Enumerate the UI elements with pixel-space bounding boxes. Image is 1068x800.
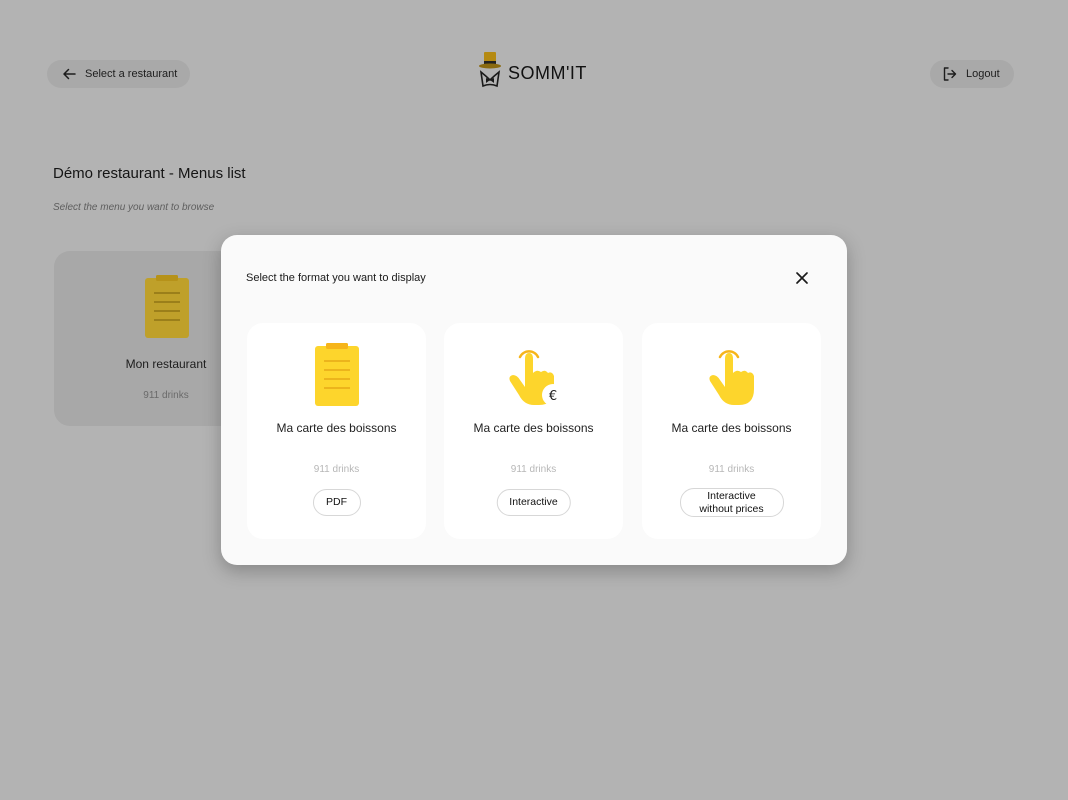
tap-hand-icon — [702, 343, 762, 409]
page-subtitle: Select the menu you want to browse — [53, 202, 215, 213]
modal-title: Select the format you want to display — [246, 272, 426, 284]
clipboard-icon — [144, 275, 190, 344]
interactive-without-prices-button[interactable]: Interactive without prices — [679, 488, 784, 517]
format-option-interactive-without-prices[interactable]: Ma carte des boissons 911 drinks Interac… — [642, 323, 821, 539]
logout-button[interactable]: Logout — [930, 60, 1014, 88]
option-count: 911 drinks — [313, 464, 360, 475]
logo-text: SOMM'IT — [508, 62, 587, 83]
clipboard-icon — [314, 343, 360, 409]
option-count: 911 drinks — [510, 464, 557, 475]
format-option-interactive[interactable]: € Ma carte des boissons 911 drinks Inter… — [444, 323, 623, 539]
back-button[interactable]: Select a restaurant — [47, 60, 190, 88]
arrow-left-icon — [61, 66, 77, 82]
tap-hand-euro-icon: € — [504, 343, 564, 409]
logout-icon — [942, 66, 958, 82]
close-button[interactable] — [793, 271, 811, 289]
page-title: Démo restaurant - Menus list — [53, 165, 246, 182]
interactive-button[interactable]: Interactive — [496, 489, 571, 516]
close-icon — [795, 271, 809, 290]
logout-label: Logout — [966, 68, 1000, 80]
svg-text:€: € — [548, 389, 556, 404]
option-count: 911 drinks — [708, 464, 755, 475]
back-button-label: Select a restaurant — [85, 68, 178, 80]
format-modal: Select the format you want to display Ma… — [221, 235, 847, 565]
top-hat-bowtie-icon — [478, 50, 502, 97]
option-name: Ma carte des boissons — [473, 421, 594, 435]
format-option-pdf[interactable]: Ma carte des boissons 911 drinks PDF — [247, 323, 426, 539]
logo: SOMM'IT — [478, 50, 587, 97]
option-name: Ma carte des boissons — [276, 421, 397, 435]
pdf-button[interactable]: PDF — [312, 489, 361, 516]
option-name: Ma carte des boissons — [671, 421, 792, 435]
